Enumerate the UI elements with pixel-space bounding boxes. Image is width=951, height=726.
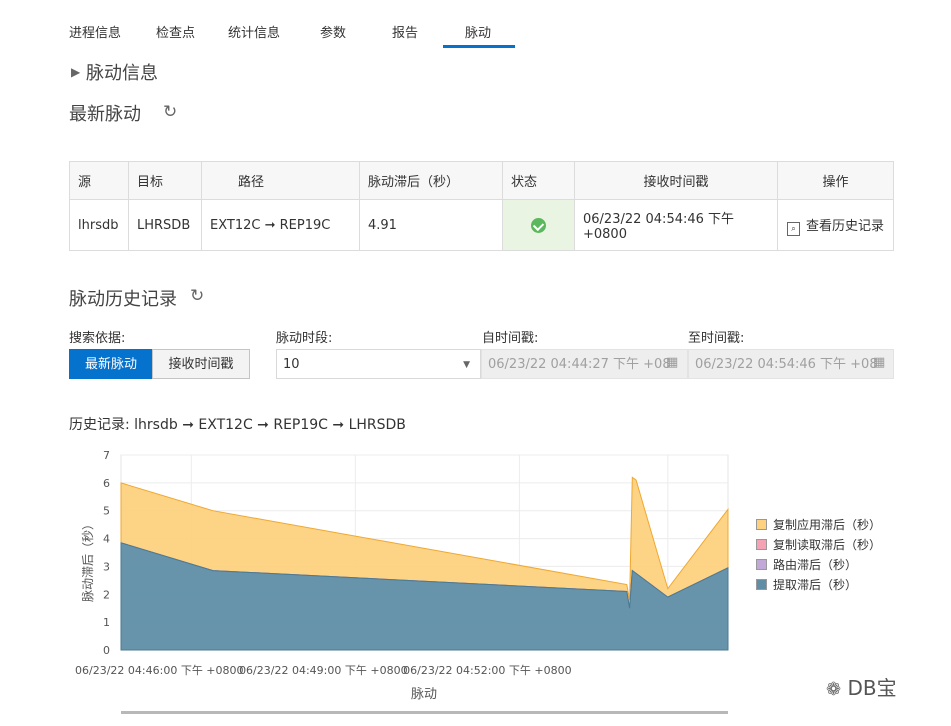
y-tick-label: 6 bbox=[103, 477, 110, 490]
y-tick-label: 5 bbox=[103, 505, 110, 518]
legend-label: 复制应用滞后（秒） bbox=[773, 518, 882, 532]
legend-swatch bbox=[756, 519, 767, 530]
y-tick-label: 4 bbox=[103, 533, 110, 546]
y-axis-label: 脉动滞后（秒） bbox=[80, 518, 95, 602]
x-tick-label: 06/23/22 04:49:00 下午 +0800 bbox=[239, 664, 408, 677]
y-tick-label: 1 bbox=[103, 616, 110, 629]
y-tick-label: 3 bbox=[103, 560, 110, 573]
chart-range-slider-track[interactable] bbox=[121, 711, 728, 714]
legend-swatch bbox=[756, 579, 767, 590]
x-tick-label: 06/23/22 04:52:00 下午 +0800 bbox=[403, 664, 572, 677]
legend-label: 路由滞后（秒） bbox=[773, 558, 858, 572]
y-tick-label: 0 bbox=[103, 644, 110, 657]
watermark: ❁ DB宝 bbox=[826, 672, 897, 701]
x-axis-label: 脉动 bbox=[411, 687, 437, 702]
legend-label: 提取滞后（秒） bbox=[773, 578, 858, 592]
wechat-icon: ❁ bbox=[826, 679, 842, 700]
y-tick-label: 2 bbox=[103, 588, 110, 601]
legend-label: 复制读取滞后（秒） bbox=[773, 538, 882, 552]
legend-swatch bbox=[756, 539, 767, 550]
watermark-text: DB宝 bbox=[847, 676, 897, 700]
x-tick-label: 06/23/22 04:46:00 下午 +0800 bbox=[75, 664, 244, 677]
heartbeat-lag-chart: 01234567 06/23/22 04:46:00 下午 +080006/23… bbox=[75, 449, 729, 714]
legend-swatch bbox=[756, 559, 767, 570]
y-tick-label: 7 bbox=[103, 449, 110, 462]
